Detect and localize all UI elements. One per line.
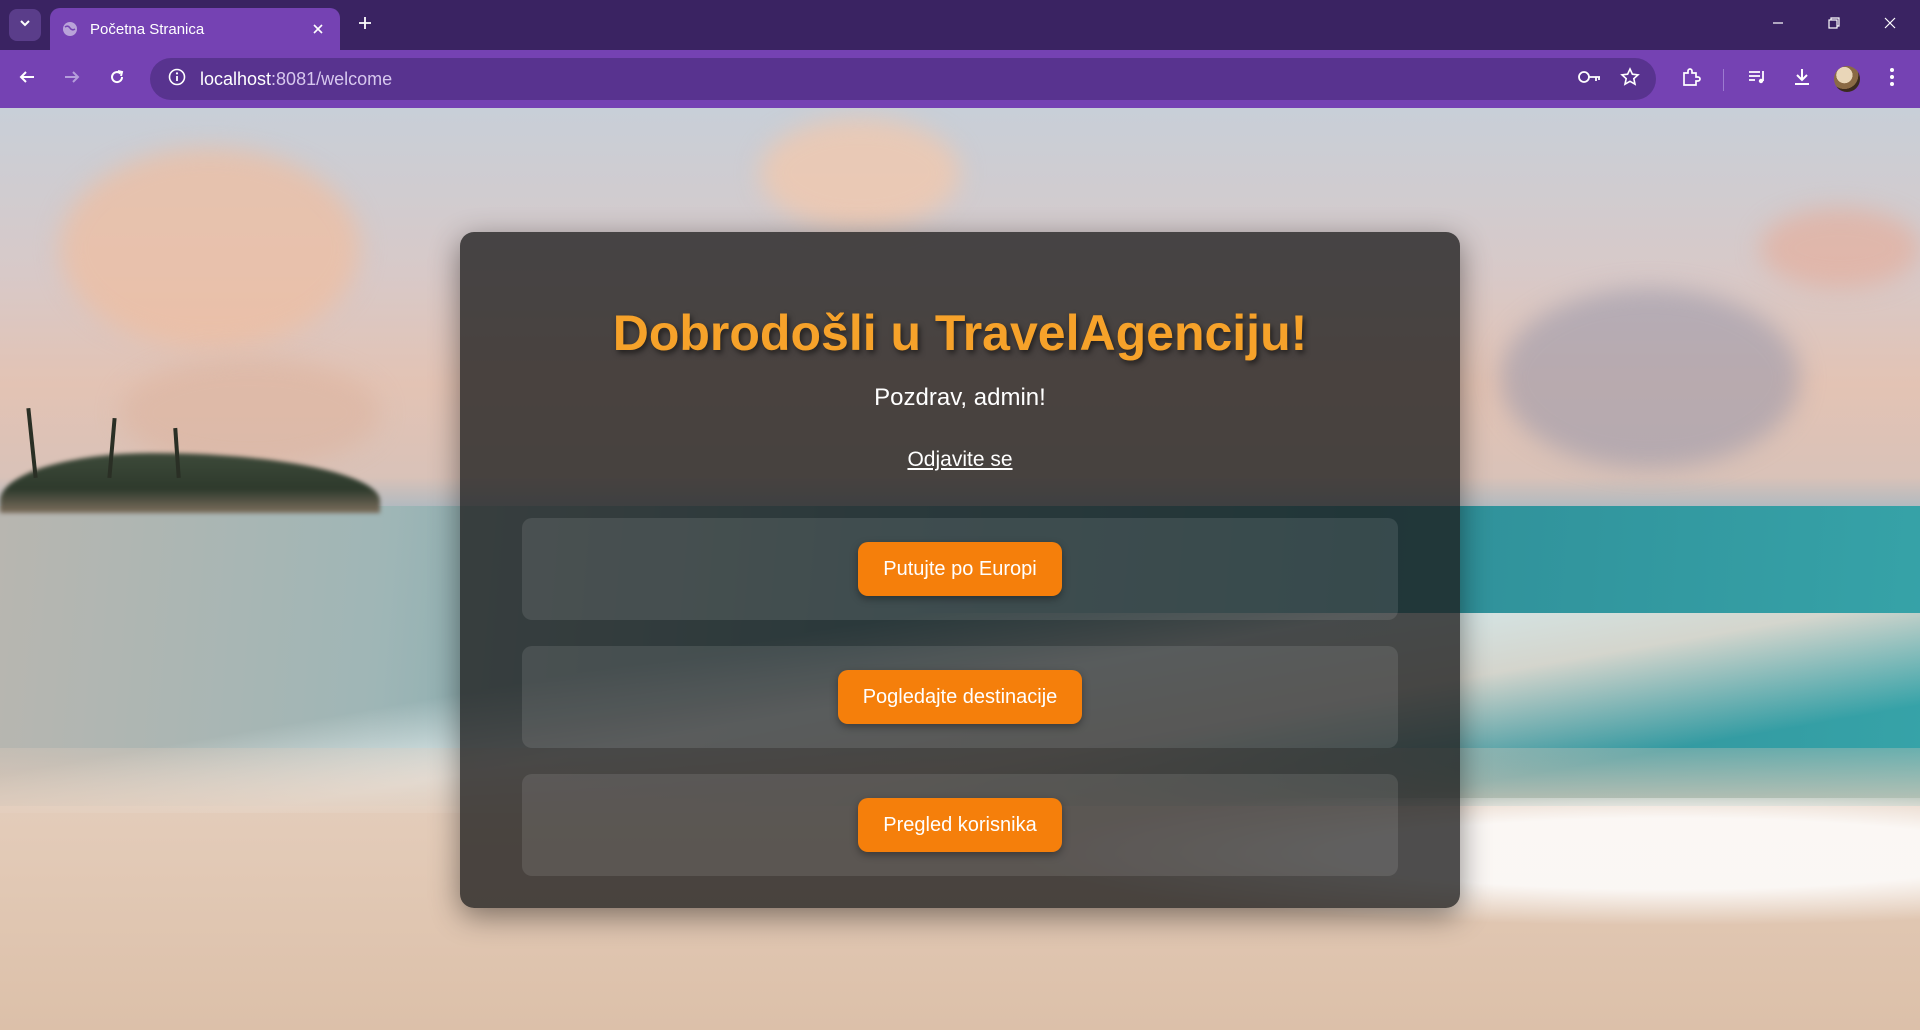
extensions-button[interactable] <box>1673 61 1709 97</box>
password-manager-button[interactable] <box>1574 63 1606 95</box>
travel-europe-button[interactable]: Putujte po Europi <box>858 542 1062 596</box>
close-window-button[interactable] <box>1862 0 1918 50</box>
reload-icon <box>108 68 126 91</box>
media-queue-icon <box>1747 67 1767 92</box>
url-text[interactable]: localhost:8081/welcome <box>200 69 392 90</box>
back-arrow-icon <box>18 68 36 91</box>
url-host: localhost <box>200 68 272 89</box>
plus-icon <box>357 15 373 36</box>
europe-panel: Putujte po Europi <box>522 518 1398 620</box>
browser-menu-button[interactable] <box>1874 61 1910 97</box>
reload-button[interactable] <box>99 61 135 97</box>
puzzle-icon <box>1681 67 1701 92</box>
destinations-panel: Pogledajte destinacije <box>522 646 1398 748</box>
page-viewport: Dobrodošli u TravelAgenciju! Pozdrav, ad… <box>0 108 1920 1030</box>
tab-strip: Početna Stranica <box>0 0 1920 50</box>
users-panel: Pregled korisnika <box>522 774 1398 876</box>
background-palm <box>26 407 38 479</box>
view-destinations-button[interactable]: Pogledajte destinacije <box>837 670 1083 724</box>
user-overview-button[interactable]: Pregled korisnika <box>858 798 1062 852</box>
restore-button[interactable] <box>1806 0 1862 50</box>
logout-link-row: Odjavite se <box>460 448 1460 472</box>
logout-link[interactable]: Odjavite se <box>907 448 1012 471</box>
toolbar-separator <box>1723 69 1724 91</box>
browser-toolbar: localhost:8081/welcome <box>0 50 1920 108</box>
star-icon <box>1620 66 1640 92</box>
minimize-icon <box>1771 16 1785 35</box>
chevron-down-icon <box>18 16 32 35</box>
background-island <box>0 453 380 513</box>
minimize-button[interactable] <box>1750 0 1806 50</box>
url-path: :8081/welcome <box>271 68 393 89</box>
forward-button[interactable] <box>54 61 90 97</box>
media-controls-button[interactable] <box>1739 61 1775 97</box>
bookmark-button[interactable] <box>1614 63 1646 95</box>
browser-tab-active[interactable]: Početna Stranica <box>50 8 340 50</box>
close-icon <box>1883 16 1897 35</box>
new-tab-button[interactable] <box>352 12 378 38</box>
background-cloud <box>1500 288 1800 468</box>
forward-arrow-icon <box>63 68 81 91</box>
info-icon <box>168 68 186 91</box>
background-cloud <box>1760 208 1920 288</box>
restore-icon <box>1827 16 1841 35</box>
site-info-button[interactable] <box>156 58 198 100</box>
avatar <box>1834 66 1860 92</box>
background-cloud <box>120 358 380 468</box>
globe-icon <box>62 21 78 37</box>
kebab-menu-icon <box>1889 67 1895 92</box>
address-bar[interactable]: localhost:8081/welcome <box>150 58 1656 100</box>
background-cloud <box>760 118 960 228</box>
close-icon[interactable] <box>308 19 328 39</box>
tab-search-button[interactable] <box>9 9 41 41</box>
profile-button[interactable] <box>1829 61 1865 97</box>
back-button[interactable] <box>9 61 45 97</box>
download-icon <box>1792 67 1812 92</box>
page-title: Dobrodošli u TravelAgenciju! <box>612 305 1308 361</box>
greeting-text: Pozdrav, admin! <box>874 384 1046 411</box>
tab-title: Početna Stranica <box>90 20 205 38</box>
background-cloud <box>60 148 360 348</box>
downloads-button[interactable] <box>1784 61 1820 97</box>
key-icon <box>1578 69 1602 90</box>
welcome-card: Dobrodošli u TravelAgenciju! Pozdrav, ad… <box>460 232 1460 908</box>
